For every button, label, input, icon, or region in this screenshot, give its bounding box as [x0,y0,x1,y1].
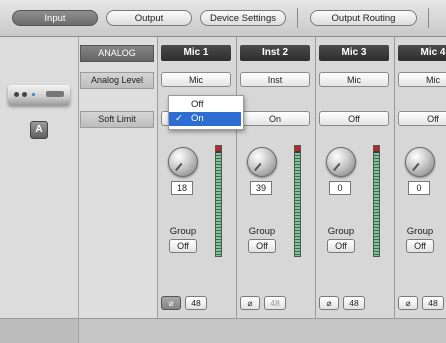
group-label: Group [169,226,197,237]
group-button[interactable]: Off [169,239,197,253]
gain-knob[interactable] [247,147,277,177]
device-letter-badge[interactable]: A [30,121,48,139]
channel-strip-1: Mic 1 Mic 18 Group Off ⌀ 48 [158,37,237,318]
gain-value-field[interactable]: 0 [408,181,430,195]
phantom-power-button[interactable]: 48 [264,296,286,310]
input-jack-icon [14,92,19,97]
phantom-power-button[interactable]: 48 [343,296,365,310]
analog-level-select[interactable]: Inst [240,72,310,87]
phase-invert-button[interactable]: ⌀ [161,296,181,310]
device-panel: A [0,37,79,318]
menu-item-off[interactable]: Off [169,98,241,112]
channel-name: Mic 3 [319,45,389,61]
group-label: Group [248,226,276,237]
level-meter [373,145,380,257]
tab-separator [297,8,298,28]
meter-segments [295,153,300,256]
group-label: Group [327,226,355,237]
tab-device-settings[interactable]: Device Settings [200,10,286,26]
audio-interface-icon[interactable] [8,85,70,105]
channel-strip-4: Mic 4 Mic Off 0 Group Off ⌀ 48 [395,37,446,318]
analog-level-select[interactable]: Mic [319,72,389,87]
group-button[interactable]: Off [406,239,434,253]
phase-invert-button[interactable]: ⌀ [240,296,260,310]
channel-strip-2: Inst 2 Inst On 39 Group Off ⌀ 48 [237,37,316,318]
meter-segments [374,153,379,256]
clip-indicator [295,146,300,151]
display-icon [46,91,64,97]
input-jack-icon [22,92,27,97]
menu-item-on[interactable]: ✓ On [169,112,241,126]
level-meter [215,145,222,257]
soft-limit-dropdown-menu: Off ✓ On [168,95,244,130]
soft-limit-select[interactable]: Off [319,111,389,126]
soft-limit-label: Soft Limit [80,111,154,128]
checkmark-icon: ✓ [175,113,183,124]
analog-level-label: Analog Level [80,72,154,89]
channel-strip-3: Mic 3 Mic Off 0 Group Off ⌀ 48 [316,37,395,318]
tab-separator [428,8,429,28]
phase-invert-button[interactable]: ⌀ [319,296,339,310]
level-meter [294,145,301,257]
clip-indicator [216,146,221,151]
clip-indicator [374,146,379,151]
analog-level-select[interactable]: Mic [161,72,231,87]
row-label-column: ANALOG Analog Level Soft Limit [79,37,158,318]
channel-name: Mic 4 [398,45,446,61]
menu-item-label: Off [191,99,204,110]
phase-invert-button[interactable]: ⌀ [398,296,418,310]
phantom-power-button[interactable]: 48 [422,296,444,310]
group-button[interactable]: Off [327,239,355,253]
bottom-bar-left-segment [0,319,79,343]
tab-input[interactable]: Input [12,10,98,26]
bottom-bar [0,318,446,343]
channel-name: Inst 2 [240,45,310,61]
channel-name: Mic 1 [161,45,231,61]
tab-bar: Input Output Device Settings Output Rout… [0,0,446,37]
soft-limit-select[interactable]: On [240,111,310,126]
gain-value-field[interactable]: 0 [329,181,351,195]
group-button[interactable]: Off [248,239,276,253]
group-label: Group [406,226,434,237]
status-led-icon [32,93,35,96]
menu-item-label: On [191,113,204,124]
analog-level-select[interactable]: Mic [398,72,446,87]
analog-header-label: ANALOG [80,45,154,62]
gain-value-field[interactable]: 18 [171,181,193,195]
soft-limit-select[interactable]: Off [398,111,446,126]
gain-knob[interactable] [326,147,356,177]
gain-knob[interactable] [405,147,435,177]
gain-knob[interactable] [168,147,198,177]
meter-segments [216,153,221,256]
tab-output-routing[interactable]: Output Routing [310,10,417,26]
tab-output[interactable]: Output [106,10,192,26]
phantom-power-button[interactable]: 48 [185,296,207,310]
gain-value-field[interactable]: 39 [250,181,272,195]
